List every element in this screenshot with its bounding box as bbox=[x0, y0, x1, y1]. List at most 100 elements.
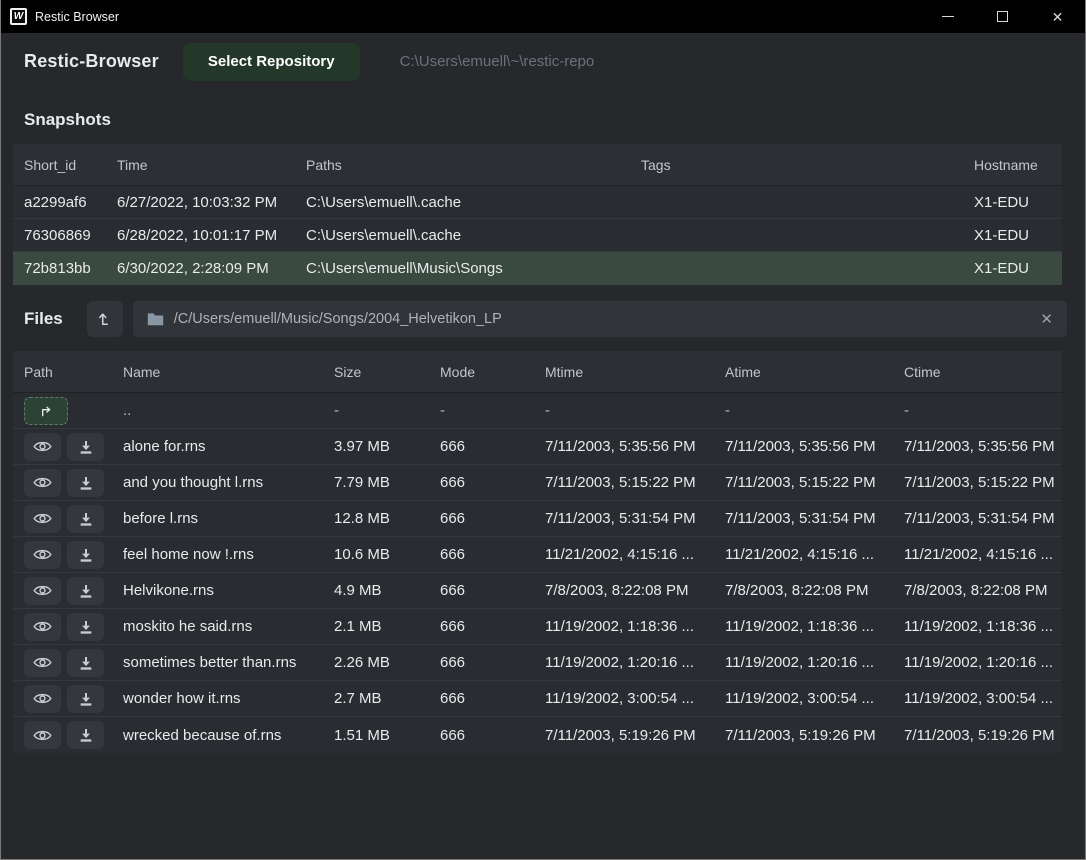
eye-icon bbox=[33, 619, 52, 634]
file-row[interactable]: Helvikone.rns 4.9 MB 666 7/8/2003, 8:22:… bbox=[13, 573, 1062, 609]
file-mtime: 11/19/2002, 1:18:36 ... bbox=[545, 618, 725, 635]
file-name: and you thought l.rns bbox=[123, 474, 334, 491]
eye-icon bbox=[33, 691, 52, 706]
file-size: 1.51 MB bbox=[334, 727, 440, 744]
eye-icon bbox=[33, 439, 52, 454]
download-button[interactable] bbox=[67, 685, 104, 713]
file-mode: 666 bbox=[440, 546, 545, 563]
file-size: 7.79 MB bbox=[334, 474, 440, 491]
file-row[interactable]: before l.rns 12.8 MB 666 7/11/2003, 5:31… bbox=[13, 501, 1062, 537]
column-header-short-id: Short_id bbox=[13, 157, 117, 173]
file-mtime: 11/19/2002, 1:20:16 ... bbox=[545, 654, 725, 671]
preview-button[interactable] bbox=[24, 721, 61, 749]
file-mode: 666 bbox=[440, 727, 545, 744]
preview-button[interactable] bbox=[24, 685, 61, 713]
file-mode: 666 bbox=[440, 438, 545, 455]
file-ctime: 11/19/2002, 1:20:16 ... bbox=[904, 654, 1062, 671]
clear-path-icon[interactable]: ✕ bbox=[1040, 310, 1053, 328]
file-ctime: 7/11/2003, 5:31:54 PM bbox=[904, 510, 1062, 527]
preview-button[interactable] bbox=[24, 649, 61, 677]
column-header-mtime: Mtime bbox=[545, 364, 725, 380]
file-size: 2.26 MB bbox=[334, 654, 440, 671]
download-icon bbox=[78, 475, 94, 491]
snapshot-row-selected[interactable]: 72b813bb 6/30/2022, 2:28:09 PM C:\Users\… bbox=[13, 252, 1062, 285]
download-icon bbox=[78, 655, 94, 671]
download-icon bbox=[78, 583, 94, 599]
level-up-button[interactable] bbox=[87, 301, 123, 337]
app-title: Restic-Browser bbox=[24, 51, 159, 72]
file-row[interactable]: and you thought l.rns 7.79 MB 666 7/11/2… bbox=[13, 465, 1062, 501]
files-bar: Files /C/Users/emuell/Music/Songs/2004_H… bbox=[24, 301, 1067, 337]
file-atime: 11/19/2002, 1:20:16 ... bbox=[725, 654, 904, 671]
snapshots-table-header: Short_id Time Paths Tags Hostname bbox=[13, 144, 1062, 186]
snapshot-row[interactable]: 76306869 6/28/2022, 10:01:17 PM C:\Users… bbox=[13, 219, 1062, 252]
go-parent-button[interactable] bbox=[24, 397, 68, 425]
app-header: Restic-Browser Select Repository C:\User… bbox=[1, 33, 1085, 90]
file-name: wonder how it.rns bbox=[123, 690, 334, 707]
download-button[interactable] bbox=[67, 541, 104, 569]
download-button[interactable] bbox=[67, 721, 104, 749]
preview-button[interactable] bbox=[24, 433, 61, 461]
snapshot-paths: C:\Users\emuell\.cache bbox=[306, 227, 641, 244]
file-size: 4.9 MB bbox=[334, 582, 440, 599]
file-atime: 7/11/2003, 5:15:22 PM bbox=[725, 474, 904, 491]
download-button[interactable] bbox=[67, 433, 104, 461]
download-button[interactable] bbox=[67, 469, 104, 497]
eye-icon bbox=[33, 728, 52, 743]
select-repository-button[interactable]: Select Repository bbox=[183, 43, 360, 81]
folder-icon bbox=[147, 312, 164, 326]
file-row[interactable]: sometimes better than.rns 2.26 MB 666 11… bbox=[13, 645, 1062, 681]
download-icon bbox=[78, 547, 94, 563]
eye-icon bbox=[33, 511, 52, 526]
download-button[interactable] bbox=[67, 613, 104, 641]
download-button[interactable] bbox=[67, 505, 104, 533]
file-name: sometimes better than.rns bbox=[123, 654, 334, 671]
download-icon bbox=[78, 511, 94, 527]
preview-button[interactable] bbox=[24, 505, 61, 533]
snapshot-row[interactable]: a2299af6 6/27/2022, 10:03:32 PM C:\Users… bbox=[13, 186, 1062, 219]
file-name: .. bbox=[123, 402, 334, 419]
file-mtime: 7/11/2003, 5:35:56 PM bbox=[545, 438, 725, 455]
maximize-icon bbox=[997, 11, 1008, 22]
snapshot-hostname: X1-EDU bbox=[974, 227, 1062, 244]
preview-button[interactable] bbox=[24, 613, 61, 641]
preview-button[interactable] bbox=[24, 469, 61, 497]
minimize-button[interactable] bbox=[920, 0, 975, 33]
maximize-button[interactable] bbox=[975, 0, 1030, 33]
file-ctime: 11/19/2002, 3:00:54 ... bbox=[904, 690, 1062, 707]
file-mtime: 7/8/2003, 8:22:08 PM bbox=[545, 582, 725, 599]
file-atime: 11/21/2002, 4:15:16 ... bbox=[725, 546, 904, 563]
column-header-size: Size bbox=[334, 364, 440, 380]
file-row[interactable]: wonder how it.rns 2.7 MB 666 11/19/2002,… bbox=[13, 681, 1062, 717]
file-name: wrecked because of.rns bbox=[123, 727, 334, 744]
close-button[interactable]: ✕ bbox=[1030, 0, 1085, 33]
file-row[interactable]: alone for.rns 3.97 MB 666 7/11/2003, 5:3… bbox=[13, 429, 1062, 465]
file-atime: 11/19/2002, 3:00:54 ... bbox=[725, 690, 904, 707]
file-ctime: 7/11/2003, 5:19:26 PM bbox=[904, 727, 1062, 744]
app-icon-letter: W bbox=[14, 11, 23, 22]
column-header-mode: Mode bbox=[440, 364, 545, 380]
snapshot-hostname: X1-EDU bbox=[974, 260, 1062, 277]
app-icon: W bbox=[10, 8, 27, 25]
files-path-input[interactable]: /C/Users/emuell/Music/Songs/2004_Helveti… bbox=[133, 301, 1067, 337]
file-mode: 666 bbox=[440, 474, 545, 491]
download-button[interactable] bbox=[67, 649, 104, 677]
file-row-parent[interactable]: .. - - - - - bbox=[13, 393, 1062, 429]
window-controls: ✕ bbox=[920, 0, 1085, 33]
preview-button[interactable] bbox=[24, 541, 61, 569]
download-button[interactable] bbox=[67, 577, 104, 605]
preview-button[interactable] bbox=[24, 577, 61, 605]
file-row[interactable]: wrecked because of.rns 1.51 MB 666 7/11/… bbox=[13, 717, 1062, 753]
file-mtime: 11/19/2002, 3:00:54 ... bbox=[545, 690, 725, 707]
file-name: Helvikone.rns bbox=[123, 582, 334, 599]
files-heading: Files bbox=[24, 309, 63, 329]
column-header-time: Time bbox=[117, 157, 306, 173]
file-row[interactable]: moskito he said.rns 2.1 MB 666 11/19/200… bbox=[13, 609, 1062, 645]
column-header-tags: Tags bbox=[641, 157, 974, 173]
file-mtime: 7/11/2003, 5:19:26 PM bbox=[545, 727, 725, 744]
file-row[interactable]: feel home now !.rns 10.6 MB 666 11/21/20… bbox=[13, 537, 1062, 573]
file-size: 2.1 MB bbox=[334, 618, 440, 635]
file-size: - bbox=[334, 402, 440, 419]
file-name: alone for.rns bbox=[123, 438, 334, 455]
column-header-name: Name bbox=[123, 364, 334, 380]
